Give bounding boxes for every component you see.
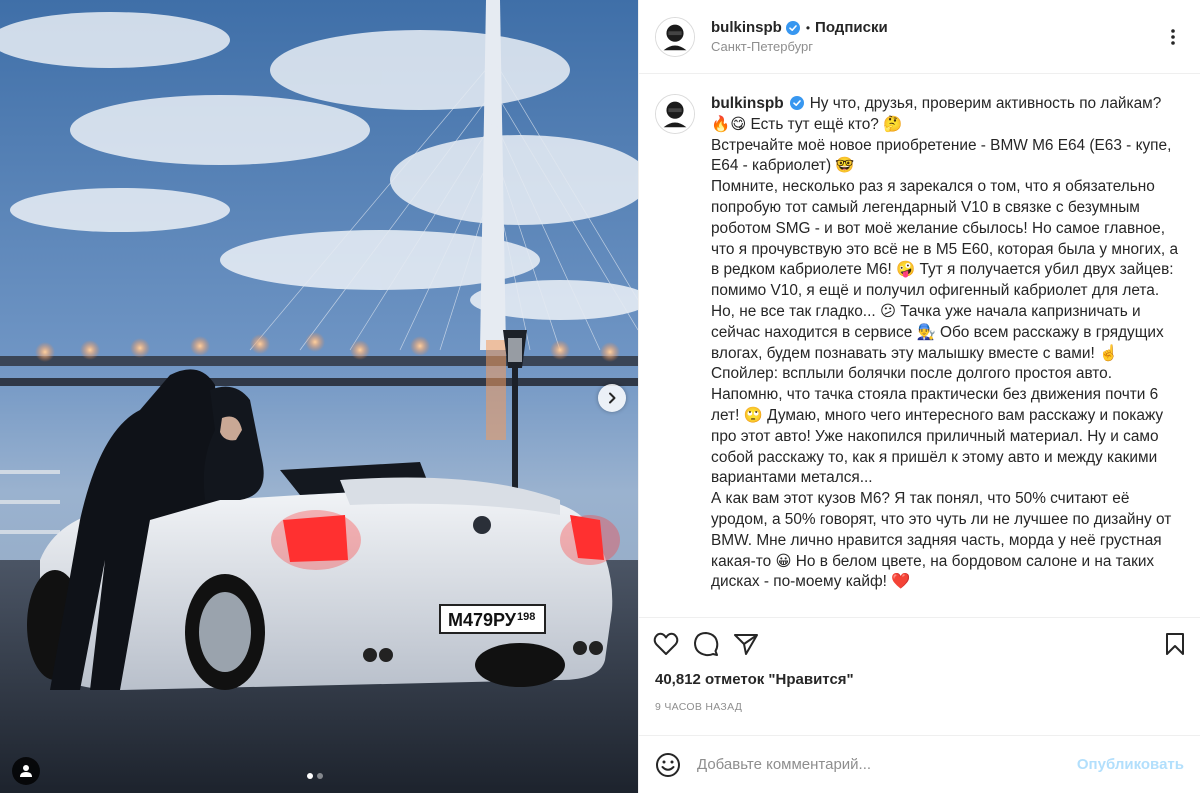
photo-scene: М479РУ 198 [0, 0, 638, 793]
comment-bubble-icon [694, 631, 719, 656]
smiley-icon [656, 752, 680, 777]
post-header: bulkinspb • Подписки Санкт-Петербург [639, 0, 1200, 74]
comment-form: Опубликовать [639, 735, 1200, 793]
user-tag-icon [20, 765, 32, 777]
post-location[interactable]: Санкт-Петербург [711, 39, 888, 54]
bookmark-icon [1166, 633, 1184, 655]
caption-avatar[interactable] [655, 94, 695, 134]
post-modal: М479РУ 198 bulkinspb • Подписки Санкт-Пе… [0, 0, 1200, 793]
comment-input[interactable] [697, 756, 1067, 773]
caption-username[interactable]: bulkinspb [711, 95, 784, 112]
chevron-right-icon [609, 392, 616, 404]
more-options-icon [1171, 29, 1175, 45]
save-button[interactable] [1164, 632, 1186, 661]
post-author-username[interactable]: bulkinspb [711, 19, 782, 36]
caption-paragraph: Встречайте моё новое приобретение - BMW … [711, 136, 1176, 175]
avatar-image [656, 17, 694, 56]
carousel-next-button[interactable] [598, 384, 626, 412]
more-options-button[interactable] [1162, 27, 1184, 52]
post-actions-bar [639, 617, 1200, 669]
verified-badge-icon [789, 96, 804, 110]
carousel-dot-active [307, 773, 313, 779]
post-timestamp[interactable]: 9 часов назад [639, 695, 1200, 735]
license-plate-number: М479РУ [448, 610, 517, 630]
like-button[interactable] [653, 632, 679, 656]
avatar[interactable] [655, 16, 695, 57]
likes-count[interactable]: 40,812 отметок "Нравится" [639, 669, 1200, 695]
carousel-dot [317, 773, 323, 779]
share-button[interactable] [733, 632, 759, 656]
user-tags-button[interactable] [12, 757, 40, 785]
verified-badge-icon [785, 20, 800, 35]
post-caption: bulkinspb Ну что, друзья, проверим активн… [711, 94, 1181, 617]
comments-area[interactable]: bulkinspb Ну что, друзья, проверим активн… [639, 74, 1200, 617]
license-plate-region: 198 [517, 611, 535, 623]
following-button[interactable]: Подписки [815, 19, 888, 36]
carousel-indicator [307, 773, 323, 779]
publish-button[interactable]: Опубликовать [1077, 756, 1184, 773]
heart-icon [653, 632, 679, 655]
post-photo[interactable]: М479РУ 198 [0, 0, 638, 793]
emoji-button[interactable] [655, 752, 681, 778]
post-details-panel: bulkinspb • Подписки Санкт-Петербург bul… [638, 0, 1200, 793]
paper-plane-icon [734, 633, 758, 655]
caption-paragraph: Помните, несколько раз я зарекался о том… [711, 178, 1183, 487]
comment-button[interactable] [693, 631, 719, 657]
header-separator: • [805, 20, 811, 35]
avatar-image [656, 95, 694, 133]
caption-paragraph: А как вам этот кузов M6? Я так понял, чт… [711, 490, 1176, 591]
